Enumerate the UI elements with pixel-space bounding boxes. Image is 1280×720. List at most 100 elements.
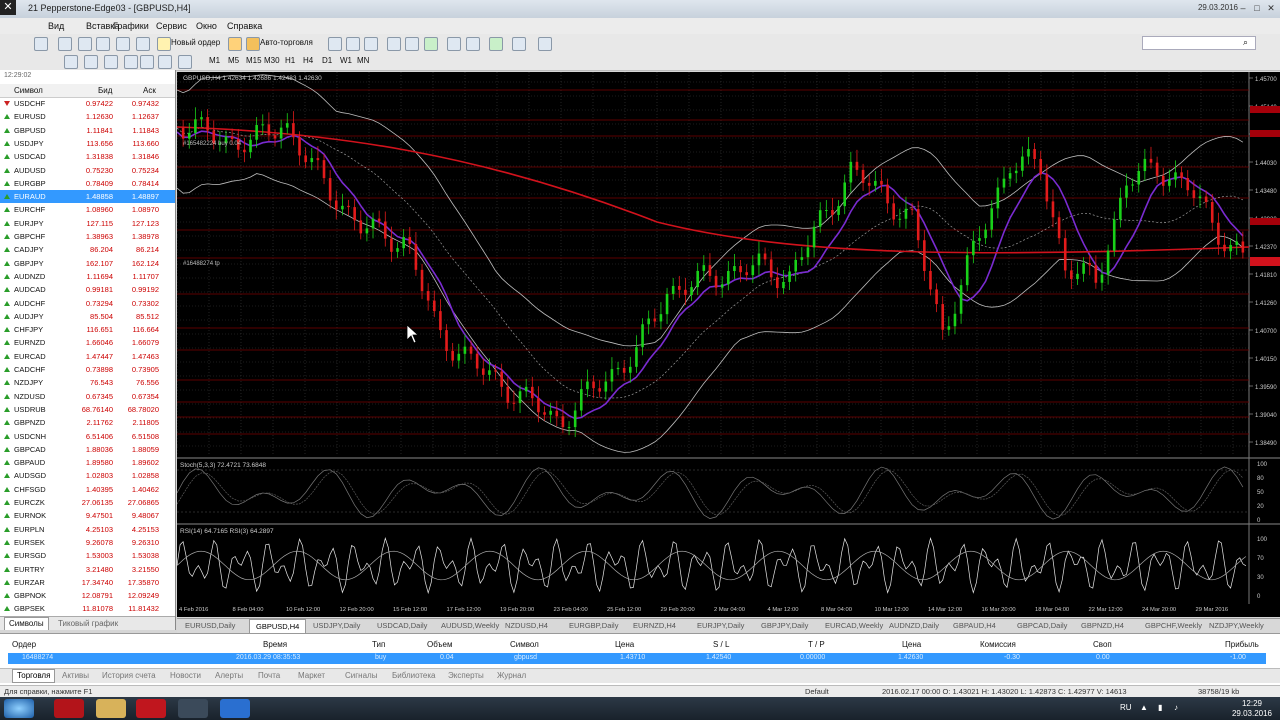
arrows-icon[interactable] (178, 55, 192, 69)
volume-icon[interactable]: ♪ (1174, 703, 1178, 712)
col-volume[interactable]: Объем (427, 640, 453, 649)
market-watch-row[interactable]: USDRUB 68.76140 68.78020 (0, 403, 175, 416)
minimize-icon[interactable]: – (1236, 2, 1250, 14)
tab-symbols[interactable]: Символы (4, 617, 49, 630)
timeframe-m15[interactable]: M15 (246, 56, 262, 65)
app-icon[interactable] (136, 699, 166, 718)
tab-tick-chart[interactable]: Тиковый график (58, 619, 118, 628)
terminal-tab[interactable]: Библиотека (392, 671, 436, 680)
col-order[interactable]: Ордер (12, 640, 36, 649)
market-watch-row[interactable]: EURZAR 17.34740 17.35870 (0, 576, 175, 589)
trendline-icon[interactable] (104, 55, 118, 69)
chart-tab[interactable]: EURCAD,Weekly (825, 621, 883, 630)
market-watch-row[interactable]: EURGBP 0.78409 0.78414 (0, 177, 175, 190)
col-type[interactable]: Тип (372, 640, 385, 649)
market-watch-row[interactable]: USDJPY 113.656 113.660 (0, 137, 175, 150)
new-order-icon[interactable] (157, 37, 171, 51)
terminal-tab[interactable]: Торговля (12, 669, 56, 683)
language-indicator[interactable]: RU (1120, 703, 1132, 712)
terminal-tab[interactable]: Новости (170, 671, 201, 680)
market-watch-row[interactable]: AUDCAD 0.99181 0.99192 (0, 283, 175, 296)
metaeditor-icon[interactable] (228, 37, 242, 51)
menu-window[interactable]: Окно (196, 21, 217, 31)
market-watch-row[interactable]: NZDJPY 76.543 76.556 (0, 376, 175, 389)
market-watch-row[interactable]: CADJPY 86.204 86.214 (0, 243, 175, 256)
close-icon[interactable]: ✕ (0, 0, 16, 15)
chart-shift-icon[interactable] (466, 37, 480, 51)
new-chart-icon[interactable] (34, 37, 48, 51)
col-current-price[interactable]: Цена (902, 640, 921, 649)
folder-icon[interactable] (96, 699, 126, 718)
market-watch-row[interactable]: AUDUSD 0.75230 0.75234 (0, 164, 175, 177)
terminal-tab[interactable]: Сигналы (345, 671, 377, 680)
col-ask[interactable]: Аск (143, 86, 156, 95)
market-watch-row[interactable]: GBPUSD 1.11841 1.11843 (0, 124, 175, 137)
label-icon[interactable] (158, 55, 172, 69)
terminal-tab[interactable]: Эксперты (448, 671, 484, 680)
col-sl[interactable]: S / L (713, 640, 729, 649)
auto-trading-icon[interactable] (246, 37, 260, 51)
chart-tab[interactable]: GBPCAD,Daily (1017, 621, 1067, 630)
col-swap[interactable]: Своп (1093, 640, 1112, 649)
col-profit[interactable]: Прибыль (1225, 640, 1259, 649)
timeframe-mn[interactable]: MN (357, 56, 369, 65)
menu-charts[interactable]: Графики (113, 21, 149, 31)
market-watch-row[interactable]: GBPJPY 162.107 162.124 (0, 257, 175, 270)
chart-tab[interactable]: USDCAD,Daily (377, 621, 427, 630)
chart-tab[interactable]: GBPNZD,H4 (1081, 621, 1124, 630)
market-watch-row[interactable]: GBPAUD 1.89580 1.89602 (0, 456, 175, 469)
market-watch-row[interactable]: CHFSGD 1.40395 1.40462 (0, 483, 175, 496)
opera-icon[interactable] (54, 699, 84, 718)
market-watch-row[interactable]: GBPNZD 2.11762 2.11805 (0, 416, 175, 429)
timeframe-h4[interactable]: H4 (303, 56, 313, 65)
profiles-icon[interactable] (58, 37, 72, 51)
market-watch-row[interactable]: AUDCHF 0.73294 0.73302 (0, 297, 175, 310)
market-watch-row[interactable]: USDCNH 6.51406 6.51508 (0, 430, 175, 443)
market-watch-row[interactable]: EURAUD 1.48858 1.48897 (0, 190, 175, 204)
chart-tab[interactable]: NZDUSD,H4 (505, 621, 548, 630)
tile-windows-icon[interactable] (424, 37, 438, 51)
terminal-icon[interactable] (136, 37, 150, 51)
candlestick-icon[interactable] (346, 37, 360, 51)
chart-tab[interactable]: USDJPY,Daily (313, 621, 360, 630)
market-watch-row[interactable]: CADCHF 0.73898 0.73905 (0, 363, 175, 376)
chart-tab[interactable]: EURUSD,Daily (185, 621, 235, 630)
new-order-button[interactable]: Новый ордер (171, 38, 220, 47)
menu-help[interactable]: Справка (227, 21, 262, 31)
timeframe-m5[interactable]: M5 (228, 56, 239, 65)
channel-icon[interactable] (124, 55, 138, 69)
market-watch-row[interactable]: CHFJPY 116.651 116.664 (0, 323, 175, 336)
terminal-tab[interactable]: Активы (62, 671, 89, 680)
col-symbol[interactable]: Символ (510, 640, 539, 649)
chart-canvas[interactable]: 1.457001.451401.445901.440301.434801.429… (176, 72, 1280, 617)
tray-arrow-icon[interactable]: ▲ (1140, 703, 1148, 712)
chart-tab[interactable]: AUDUSD,Weekly (441, 621, 499, 630)
chart-tab[interactable]: AUDNZD,Daily (889, 621, 939, 630)
indicators-icon[interactable] (489, 37, 503, 51)
chart-tab[interactable]: EURJPY,Daily (697, 621, 744, 630)
col-bid[interactable]: Бид (98, 86, 112, 95)
market-watch-row[interactable]: EURUSD 1.12630 1.12637 (0, 110, 175, 123)
menu-tools[interactable]: Сервис (156, 21, 187, 31)
bar-chart-icon[interactable] (328, 37, 342, 51)
col-symbol[interactable]: Символ (14, 86, 43, 95)
market-watch-row[interactable]: NZDUSD 0.67345 0.67354 (0, 390, 175, 403)
crosshair-icon[interactable] (64, 55, 78, 69)
terminal-tab[interactable]: Маркет (298, 671, 325, 680)
periods-icon[interactable] (512, 37, 526, 51)
menu-view[interactable]: Вид (48, 21, 64, 31)
col-tp[interactable]: T / P (808, 640, 825, 649)
search-input[interactable] (1142, 36, 1256, 50)
market-watch-row[interactable]: EURSEK 9.26078 9.26310 (0, 536, 175, 549)
trade-row[interactable]: 16488274 2016.03.29 08:35:53 buy 0.04 gb… (8, 653, 1266, 664)
market-watch-row[interactable]: GBPSEK 11.81078 11.81432 (0, 602, 175, 615)
zoom-in-icon[interactable] (387, 37, 401, 51)
col-price[interactable]: Цена (615, 640, 634, 649)
market-watch-row[interactable]: EURTRY 3.21480 3.21550 (0, 563, 175, 576)
terminal-tab[interactable]: Журнал (497, 671, 526, 680)
metatrader-taskbar-icon[interactable] (220, 699, 250, 718)
market-watch-row[interactable]: EURSGD 1.53003 1.53038 (0, 549, 175, 562)
templates-icon[interactable] (538, 37, 552, 51)
data-window-icon[interactable] (96, 37, 110, 51)
window-close-icon[interactable]: ✕ (1264, 2, 1278, 14)
